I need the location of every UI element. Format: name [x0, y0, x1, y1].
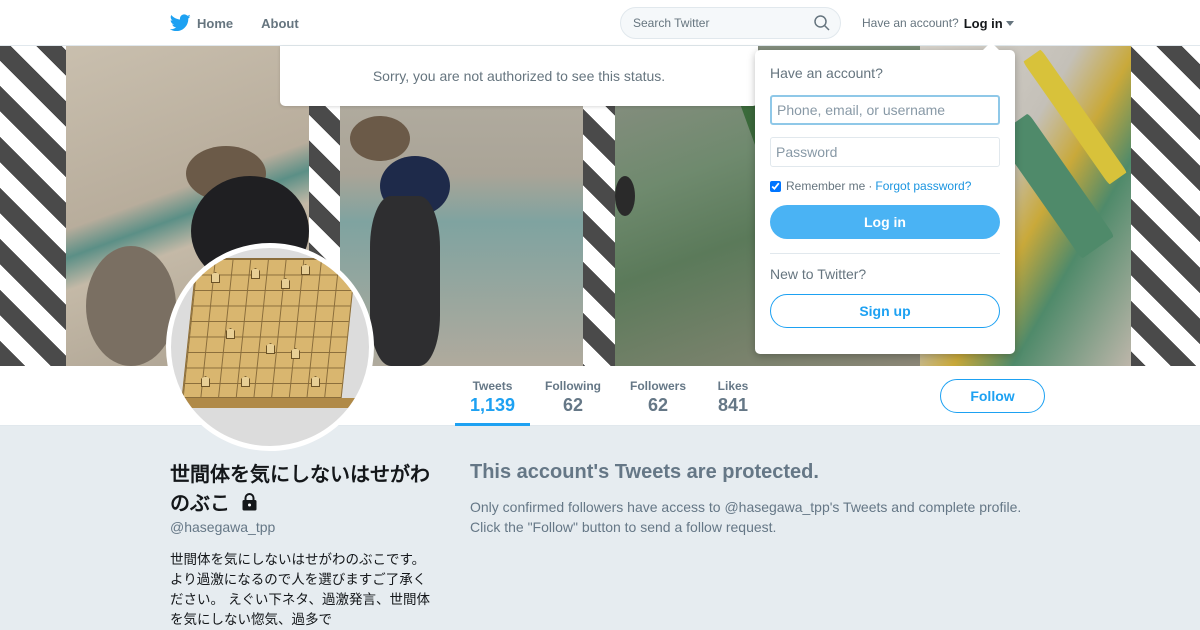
- nav-home[interactable]: Home: [170, 0, 233, 46]
- stat-likes-label: Likes: [717, 379, 749, 393]
- stat-likes[interactable]: Likes 841: [713, 366, 753, 426]
- remember-me-checkbox[interactable]: [770, 180, 781, 192]
- login-dropdown: Have an account? Remember me · Forgot pa…: [755, 42, 1015, 354]
- search-icon[interactable]: [814, 15, 830, 36]
- stat-tweets[interactable]: Tweets 1,139: [455, 366, 530, 426]
- stat-tweets-label: Tweets: [472, 379, 513, 393]
- nav-about[interactable]: About: [261, 0, 299, 46]
- protected-title: This account's Tweets are protected.: [470, 461, 819, 483]
- stat-followers[interactable]: Followers 62: [626, 366, 690, 426]
- protected-line-2: Click the "Follow" button to send a foll…: [470, 518, 777, 535]
- protected-description: Only confirmed followers have access to …: [470, 498, 1050, 537]
- profile-bio: 世間体を気にしないはせがわのぶこです。 より過激になるので人を選びますご了承くだ…: [170, 552, 430, 628]
- unauthorized-status-notice: Sorry, you are not authorized to see thi…: [280, 46, 758, 106]
- login-button[interactable]: Log in: [770, 205, 1000, 239]
- twitter-bird-icon: [170, 14, 191, 32]
- notice-text: Sorry, you are not authorized to see thi…: [372, 68, 666, 84]
- stat-likes-value: 841: [717, 395, 749, 415]
- lock-icon: [241, 490, 258, 519]
- search-input[interactable]: [621, 8, 801, 38]
- caret-down-icon: [1005, 20, 1014, 26]
- stat-following-label: Following: [545, 379, 601, 393]
- stat-followers-value: 62: [647, 395, 669, 415]
- password-field[interactable]: [770, 137, 1000, 167]
- avatar-board-edge: [181, 398, 357, 408]
- follow-button[interactable]: Follow: [940, 379, 1045, 413]
- nav-left: Home About: [170, 0, 327, 46]
- stat-followers-label: Followers: [629, 379, 686, 393]
- avatar[interactable]: [166, 243, 374, 451]
- protected-line-1: Only confirmed followers have access to …: [470, 499, 1022, 515]
- dropdown-divider: [770, 253, 1000, 254]
- stat-following[interactable]: Following 62: [540, 366, 606, 426]
- account-area: Have an account? Log in: [862, 0, 1014, 46]
- nav-about-label: About: [261, 15, 299, 31]
- remember-me-label: Remember me: [786, 179, 866, 193]
- remember-separator: ·: [868, 179, 873, 193]
- login-dropdown-toggle[interactable]: Log in: [964, 16, 1014, 31]
- signup-button[interactable]: Sign up: [770, 294, 1000, 328]
- username-field[interactable]: [770, 95, 1000, 125]
- profile-name-text: 世間体を気にしないはせがわのぶこ: [170, 462, 430, 515]
- search-box: [620, 7, 841, 39]
- forgot-password-link[interactable]: Forgot password?: [875, 179, 971, 193]
- profile-name: 世間体を気にしないはせがわのぶこ: [170, 460, 440, 519]
- stat-tweets-value: 1,139: [469, 395, 516, 415]
- login-dropdown-title: Have an account?: [770, 65, 883, 81]
- profile-handle[interactable]: @hasegawa_tpp: [170, 519, 275, 535]
- nav-home-label: Home: [197, 15, 234, 31]
- top-navigation-bar: Home About Have an account? Log in: [0, 0, 1200, 46]
- avatar-shogi-board: [181, 258, 357, 398]
- new-to-twitter-label: New to Twitter?: [770, 266, 867, 282]
- have-account-text: Have an account?: [862, 16, 959, 30]
- stat-following-value: 62: [562, 395, 584, 415]
- remember-row: Remember me · Forgot password?: [770, 179, 1000, 193]
- login-toggle-label: Log in: [963, 15, 1003, 31]
